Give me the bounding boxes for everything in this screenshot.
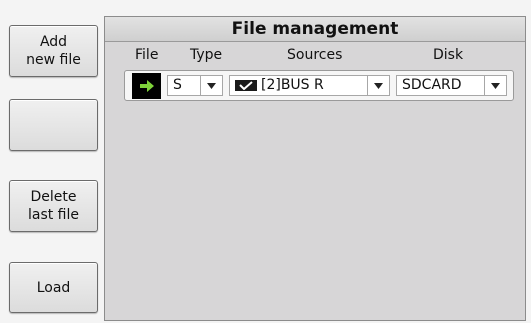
type-select[interactable]: S bbox=[167, 75, 223, 96]
chevron-down-icon[interactable] bbox=[200, 76, 222, 95]
disk-value: SDCARD bbox=[402, 77, 462, 93]
file-cell[interactable] bbox=[132, 73, 161, 99]
add-new-file-button[interactable]: Add new file bbox=[9, 25, 98, 77]
disk-select[interactable]: SDCARD bbox=[396, 75, 507, 96]
checkbox-checked-icon[interactable] bbox=[235, 80, 257, 91]
header-disk: Disk bbox=[433, 47, 464, 63]
panel-title: File management bbox=[105, 17, 525, 42]
header-sources: Sources bbox=[287, 47, 343, 63]
arrow-right-icon bbox=[139, 77, 154, 96]
chevron-down-icon[interactable] bbox=[367, 76, 389, 95]
file-row: S [2]BUS R SDCARD bbox=[124, 70, 514, 101]
chevron-down-icon[interactable] bbox=[484, 76, 506, 95]
header-type: Type bbox=[190, 47, 223, 63]
delete-last-file-button[interactable]: Delete last file bbox=[9, 180, 98, 232]
sources-value: [2]BUS R bbox=[261, 77, 324, 93]
type-value: S bbox=[173, 77, 182, 93]
file-management-panel: File management File Type Sources Disk S… bbox=[104, 16, 526, 321]
header-file: File bbox=[135, 47, 159, 63]
load-button[interactable]: Load bbox=[9, 262, 98, 313]
sources-select[interactable]: [2]BUS R bbox=[229, 75, 390, 96]
blank-button[interactable] bbox=[9, 99, 98, 151]
